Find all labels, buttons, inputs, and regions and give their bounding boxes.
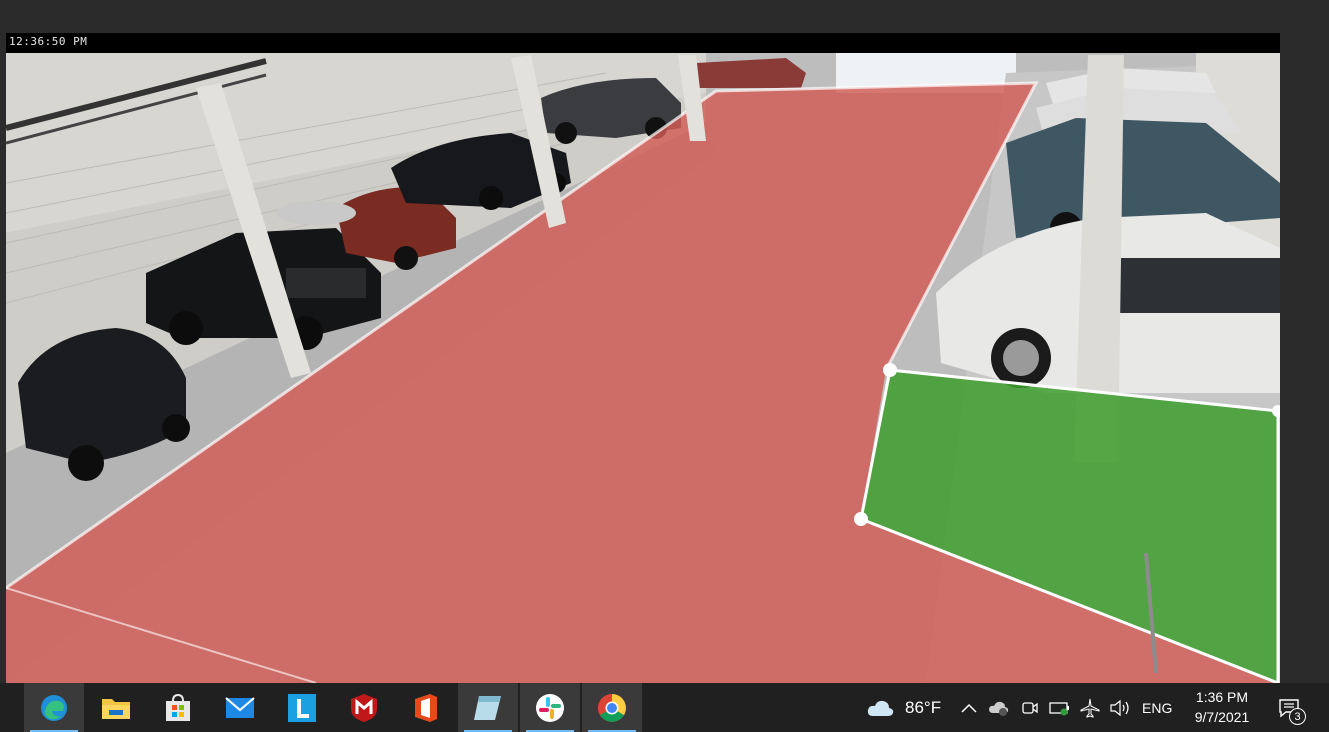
tray-language[interactable]: ENG	[1142, 683, 1172, 732]
speaker-icon	[1110, 699, 1129, 716]
language-indicator: ENG	[1142, 699, 1173, 716]
taskbar-app-office[interactable]	[396, 683, 456, 732]
taskbar-clock[interactable]: 1:36 PM 9/7/2021	[1186, 687, 1258, 727]
tray-meet-now[interactable]	[1021, 683, 1039, 732]
folder-icon	[102, 698, 130, 719]
tray-onedrive[interactable]	[988, 683, 1010, 732]
chevron-up-icon	[961, 703, 977, 713]
store-icon	[166, 693, 190, 721]
taskbar-app-file-explorer[interactable]	[86, 683, 146, 732]
tray-volume[interactable]	[1109, 683, 1131, 732]
zone-vertex-handle[interactable]	[854, 512, 868, 526]
tray-overflow-chevron[interactable]	[960, 683, 978, 732]
slack-icon	[536, 693, 564, 722]
cloud-icon	[867, 700, 894, 716]
battery-icon	[1049, 701, 1069, 715]
parked-car-back-red	[696, 58, 806, 88]
weather-temperature: 86°F	[905, 697, 942, 717]
zone-vertex-handle[interactable]	[883, 363, 897, 377]
l-app-icon	[288, 693, 316, 722]
timestamp-bar: 12:36:50 PM	[6, 33, 1280, 53]
notes-icon	[474, 695, 501, 720]
tray-airplane-mode[interactable]	[1080, 683, 1100, 732]
camera-timestamp: 12:36:50 PM	[9, 35, 88, 48]
onedrive-sync-icon	[989, 701, 1009, 716]
taskbar-app-mail[interactable]	[210, 683, 270, 732]
desktop-background: 12:36:50 PM	[0, 0, 1329, 683]
mcafee-icon	[351, 693, 377, 722]
clock-date: 9/7/2021	[1194, 709, 1250, 725]
meet-now-icon	[1022, 701, 1038, 714]
tray-battery[interactable]	[1049, 683, 1071, 732]
taskbar: 86°F ENG 1:36 PM 9/7/2021 3	[0, 683, 1329, 732]
taskbar-app-slack[interactable]	[520, 683, 580, 732]
taskbar-app-edge[interactable]	[24, 683, 84, 732]
notification-count-badge: 3	[1289, 708, 1306, 725]
taskbar-app-l[interactable]	[272, 683, 332, 732]
office-icon	[415, 693, 437, 722]
taskbar-app-chrome[interactable]	[582, 683, 642, 732]
chrome-icon	[598, 693, 626, 722]
ceiling-light	[276, 201, 356, 225]
camera-scene[interactable]	[6, 33, 1280, 683]
clock-time: 1:36 PM	[1195, 689, 1249, 705]
airplane-icon	[1080, 698, 1100, 718]
edge-icon	[41, 694, 67, 721]
camera-viewer[interactable]: 12:36:50 PM	[6, 33, 1280, 683]
taskbar-app-store[interactable]	[148, 683, 208, 732]
weather-widget[interactable]: 86°F	[866, 683, 941, 732]
taskbar-app-notes[interactable]	[458, 683, 518, 732]
taskbar-app-mcafee[interactable]	[334, 683, 394, 732]
mail-icon	[225, 696, 255, 718]
